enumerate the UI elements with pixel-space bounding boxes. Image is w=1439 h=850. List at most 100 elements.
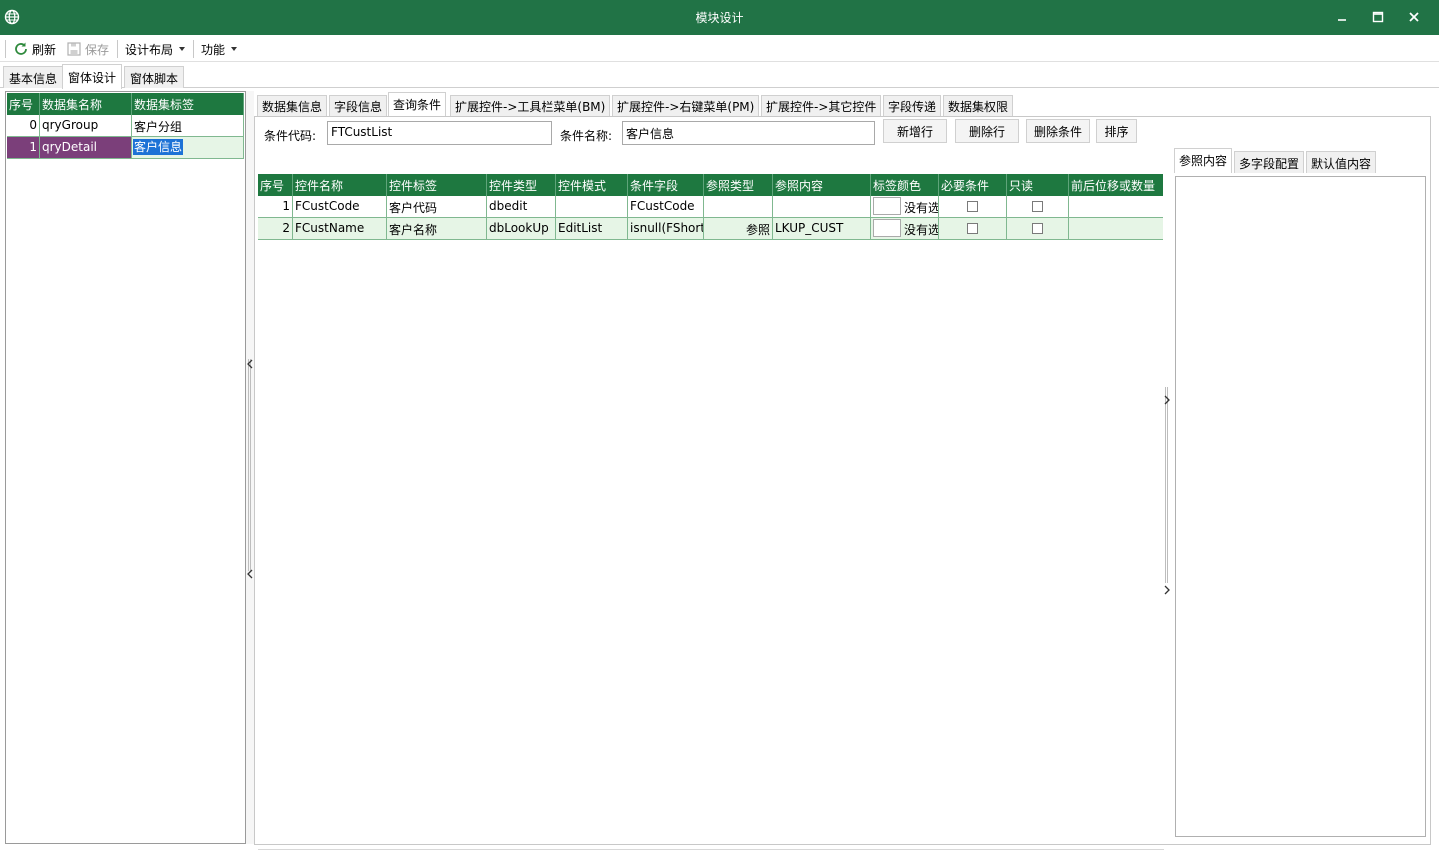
cell-ref-type: 参照 xyxy=(704,218,773,239)
window-title: 模块设计 xyxy=(695,11,744,25)
minimize-icon xyxy=(1338,19,1346,21)
add-row-button[interactable]: 新增行 xyxy=(883,119,947,143)
sort-button[interactable]: 排序 xyxy=(1096,119,1137,143)
toolbar: 刷新 保存 设计布局 功能 xyxy=(0,35,1439,62)
column-header-label-color[interactable]: 标签颜色 xyxy=(871,174,939,196)
column-header-dataset-label[interactable]: 数据集标签 xyxy=(132,93,244,115)
chevron-left-icon xyxy=(247,569,253,579)
column-header-ref-type[interactable]: 参照类型 xyxy=(704,174,773,196)
close-icon xyxy=(1409,12,1419,22)
condition-name-field[interactable]: 客户信息 xyxy=(622,121,875,145)
toolbar-separator xyxy=(193,40,194,58)
cell-offset xyxy=(1069,218,1164,239)
tab-toolbar-menu[interactable]: 扩展控件->工具栏菜单(BM) xyxy=(450,95,611,116)
tab-dataset-info[interactable]: 数据集信息 xyxy=(257,95,328,116)
delete-row-button[interactable]: 删除行 xyxy=(955,119,1019,143)
cell-dataset-label: 客户分组 xyxy=(132,115,244,136)
cell-required[interactable] xyxy=(939,196,1007,217)
color-swatch xyxy=(873,219,901,237)
table-row[interactable]: 2 FCustName 客户名称 dbLookUp EditList isnul… xyxy=(258,218,1164,240)
function-dropdown-button[interactable]: 功能 xyxy=(201,39,238,59)
column-header-control-name[interactable]: 控件名称 xyxy=(293,174,387,196)
tab-multi-field-config[interactable]: 多字段配置 xyxy=(1234,151,1305,173)
maximize-icon xyxy=(1372,11,1384,23)
column-header-condition-field[interactable]: 条件字段 xyxy=(628,174,704,196)
column-header-dataset-name[interactable]: 数据集名称 xyxy=(40,93,132,115)
color-text: 没有选 xyxy=(904,223,939,237)
tab-field-info[interactable]: 字段信息 xyxy=(329,95,388,116)
delete-condition-button[interactable]: 删除条件 xyxy=(1026,119,1090,143)
tab-context-menu[interactable]: 扩展控件->右键菜单(PM) xyxy=(612,95,760,116)
cell-label-color[interactable]: 没有选 xyxy=(871,218,939,239)
readonly-checkbox[interactable] xyxy=(1032,201,1043,212)
column-header-index[interactable]: 序号 xyxy=(7,93,40,115)
cell-dataset-name: qryGroup xyxy=(40,115,132,136)
condition-code-label: 条件代码: xyxy=(264,129,317,143)
refresh-label: 刷新 xyxy=(32,42,57,57)
left-splitter[interactable] xyxy=(246,91,254,844)
dataset-panel: 序号 数据集名称 数据集标签 0 qryGroup 客户分组 1 qryDeta… xyxy=(5,91,246,844)
tab-form-design[interactable]: 窗体设计 xyxy=(62,64,123,89)
tab-ref-content[interactable]: 参照内容 xyxy=(1174,148,1233,173)
cell-control-label: 客户代码 xyxy=(387,196,487,217)
color-text: 没有选 xyxy=(904,201,939,215)
column-header-offset[interactable]: 前后位移或数量 xyxy=(1069,174,1164,196)
design-area: 数据集信息 字段信息 查询条件 扩展控件->工具栏菜单(BM) 扩展控件->右键… xyxy=(254,91,1434,850)
table-row-selected[interactable]: 1 qryDetail 客户信息 xyxy=(7,137,244,159)
cell-readonly[interactable] xyxy=(1007,196,1069,217)
tab-query-conditions[interactable]: 查询条件 xyxy=(388,92,447,117)
required-checkbox[interactable] xyxy=(967,201,978,212)
maximize-button[interactable] xyxy=(1365,5,1391,29)
cell-ref-content: LKUP_CUST xyxy=(773,218,871,239)
refresh-button[interactable]: 刷新 xyxy=(13,39,56,59)
chevron-down-icon xyxy=(179,47,186,51)
cell-condition-field: FCustCode xyxy=(628,196,704,217)
tab-basic-info[interactable]: 基本信息 xyxy=(3,66,64,88)
cell-required[interactable] xyxy=(939,218,1007,239)
table-row[interactable]: 0 qryGroup 客户分组 xyxy=(7,115,244,137)
tab-dataset-permissions[interactable]: 数据集权限 xyxy=(943,95,1014,116)
save-label: 保存 xyxy=(85,42,110,57)
condition-grid: 序号 控件名称 控件标签 控件类型 控件模式 条件字段 参照类型 参照内容 标签… xyxy=(258,174,1164,850)
cell-readonly[interactable] xyxy=(1007,218,1069,239)
toolbar-separator xyxy=(117,40,118,58)
column-header-control-label[interactable]: 控件标签 xyxy=(387,174,487,196)
minimize-button[interactable] xyxy=(1329,5,1355,29)
save-button[interactable]: 保存 xyxy=(66,39,109,59)
cell-offset xyxy=(1069,196,1164,217)
tab-default-value[interactable]: 默认值内容 xyxy=(1306,151,1377,173)
function-label: 功能 xyxy=(201,42,226,57)
cell-ref-content xyxy=(773,196,871,217)
table-row[interactable]: 1 FCustCode 客户代码 dbedit FCustCode 没有选 xyxy=(258,196,1164,218)
main-tab-strip: 基本信息 窗体设计 窗体脚本 xyxy=(0,62,1439,89)
cell-control-name: FCustName xyxy=(293,218,387,239)
chevron-right-icon xyxy=(1164,585,1170,595)
tab-field-transfer[interactable]: 字段传递 xyxy=(883,95,942,116)
cell-ref-type xyxy=(704,196,773,217)
layout-dropdown-button[interactable]: 设计布局 xyxy=(125,39,186,59)
condition-code-field[interactable]: FTCustList xyxy=(327,121,552,145)
column-header-control-mode[interactable]: 控件模式 xyxy=(556,174,628,196)
column-header-index[interactable]: 序号 xyxy=(258,174,293,196)
close-button[interactable] xyxy=(1401,5,1427,29)
cell-label-color[interactable]: 没有选 xyxy=(871,196,939,217)
chevron-left-icon xyxy=(247,359,253,369)
tab-other-controls[interactable]: 扩展控件->其它控件 xyxy=(761,95,882,116)
column-header-readonly[interactable]: 只读 xyxy=(1007,174,1069,196)
column-header-required[interactable]: 必要条件 xyxy=(939,174,1007,196)
required-checkbox[interactable] xyxy=(967,223,978,234)
layout-label: 设计布局 xyxy=(125,42,174,57)
right-splitter[interactable] xyxy=(1163,117,1171,844)
column-header-ref-content[interactable]: 参照内容 xyxy=(773,174,871,196)
chevron-down-icon xyxy=(231,47,238,51)
readonly-checkbox[interactable] xyxy=(1032,223,1043,234)
column-header-control-type[interactable]: 控件类型 xyxy=(487,174,556,196)
save-icon xyxy=(67,42,81,56)
cell-control-label: 客户名称 xyxy=(387,218,487,239)
cell-dataset-label-editing[interactable]: 客户信息 xyxy=(132,137,244,158)
tab-form-script[interactable]: 窗体脚本 xyxy=(124,66,185,88)
reference-panel: 参照内容 多字段配置 默认值内容 xyxy=(1171,148,1428,841)
cell-control-type: dbedit xyxy=(487,196,556,217)
condition-name-label: 条件名称: xyxy=(560,129,613,143)
ref-content-editor[interactable] xyxy=(1175,176,1426,837)
